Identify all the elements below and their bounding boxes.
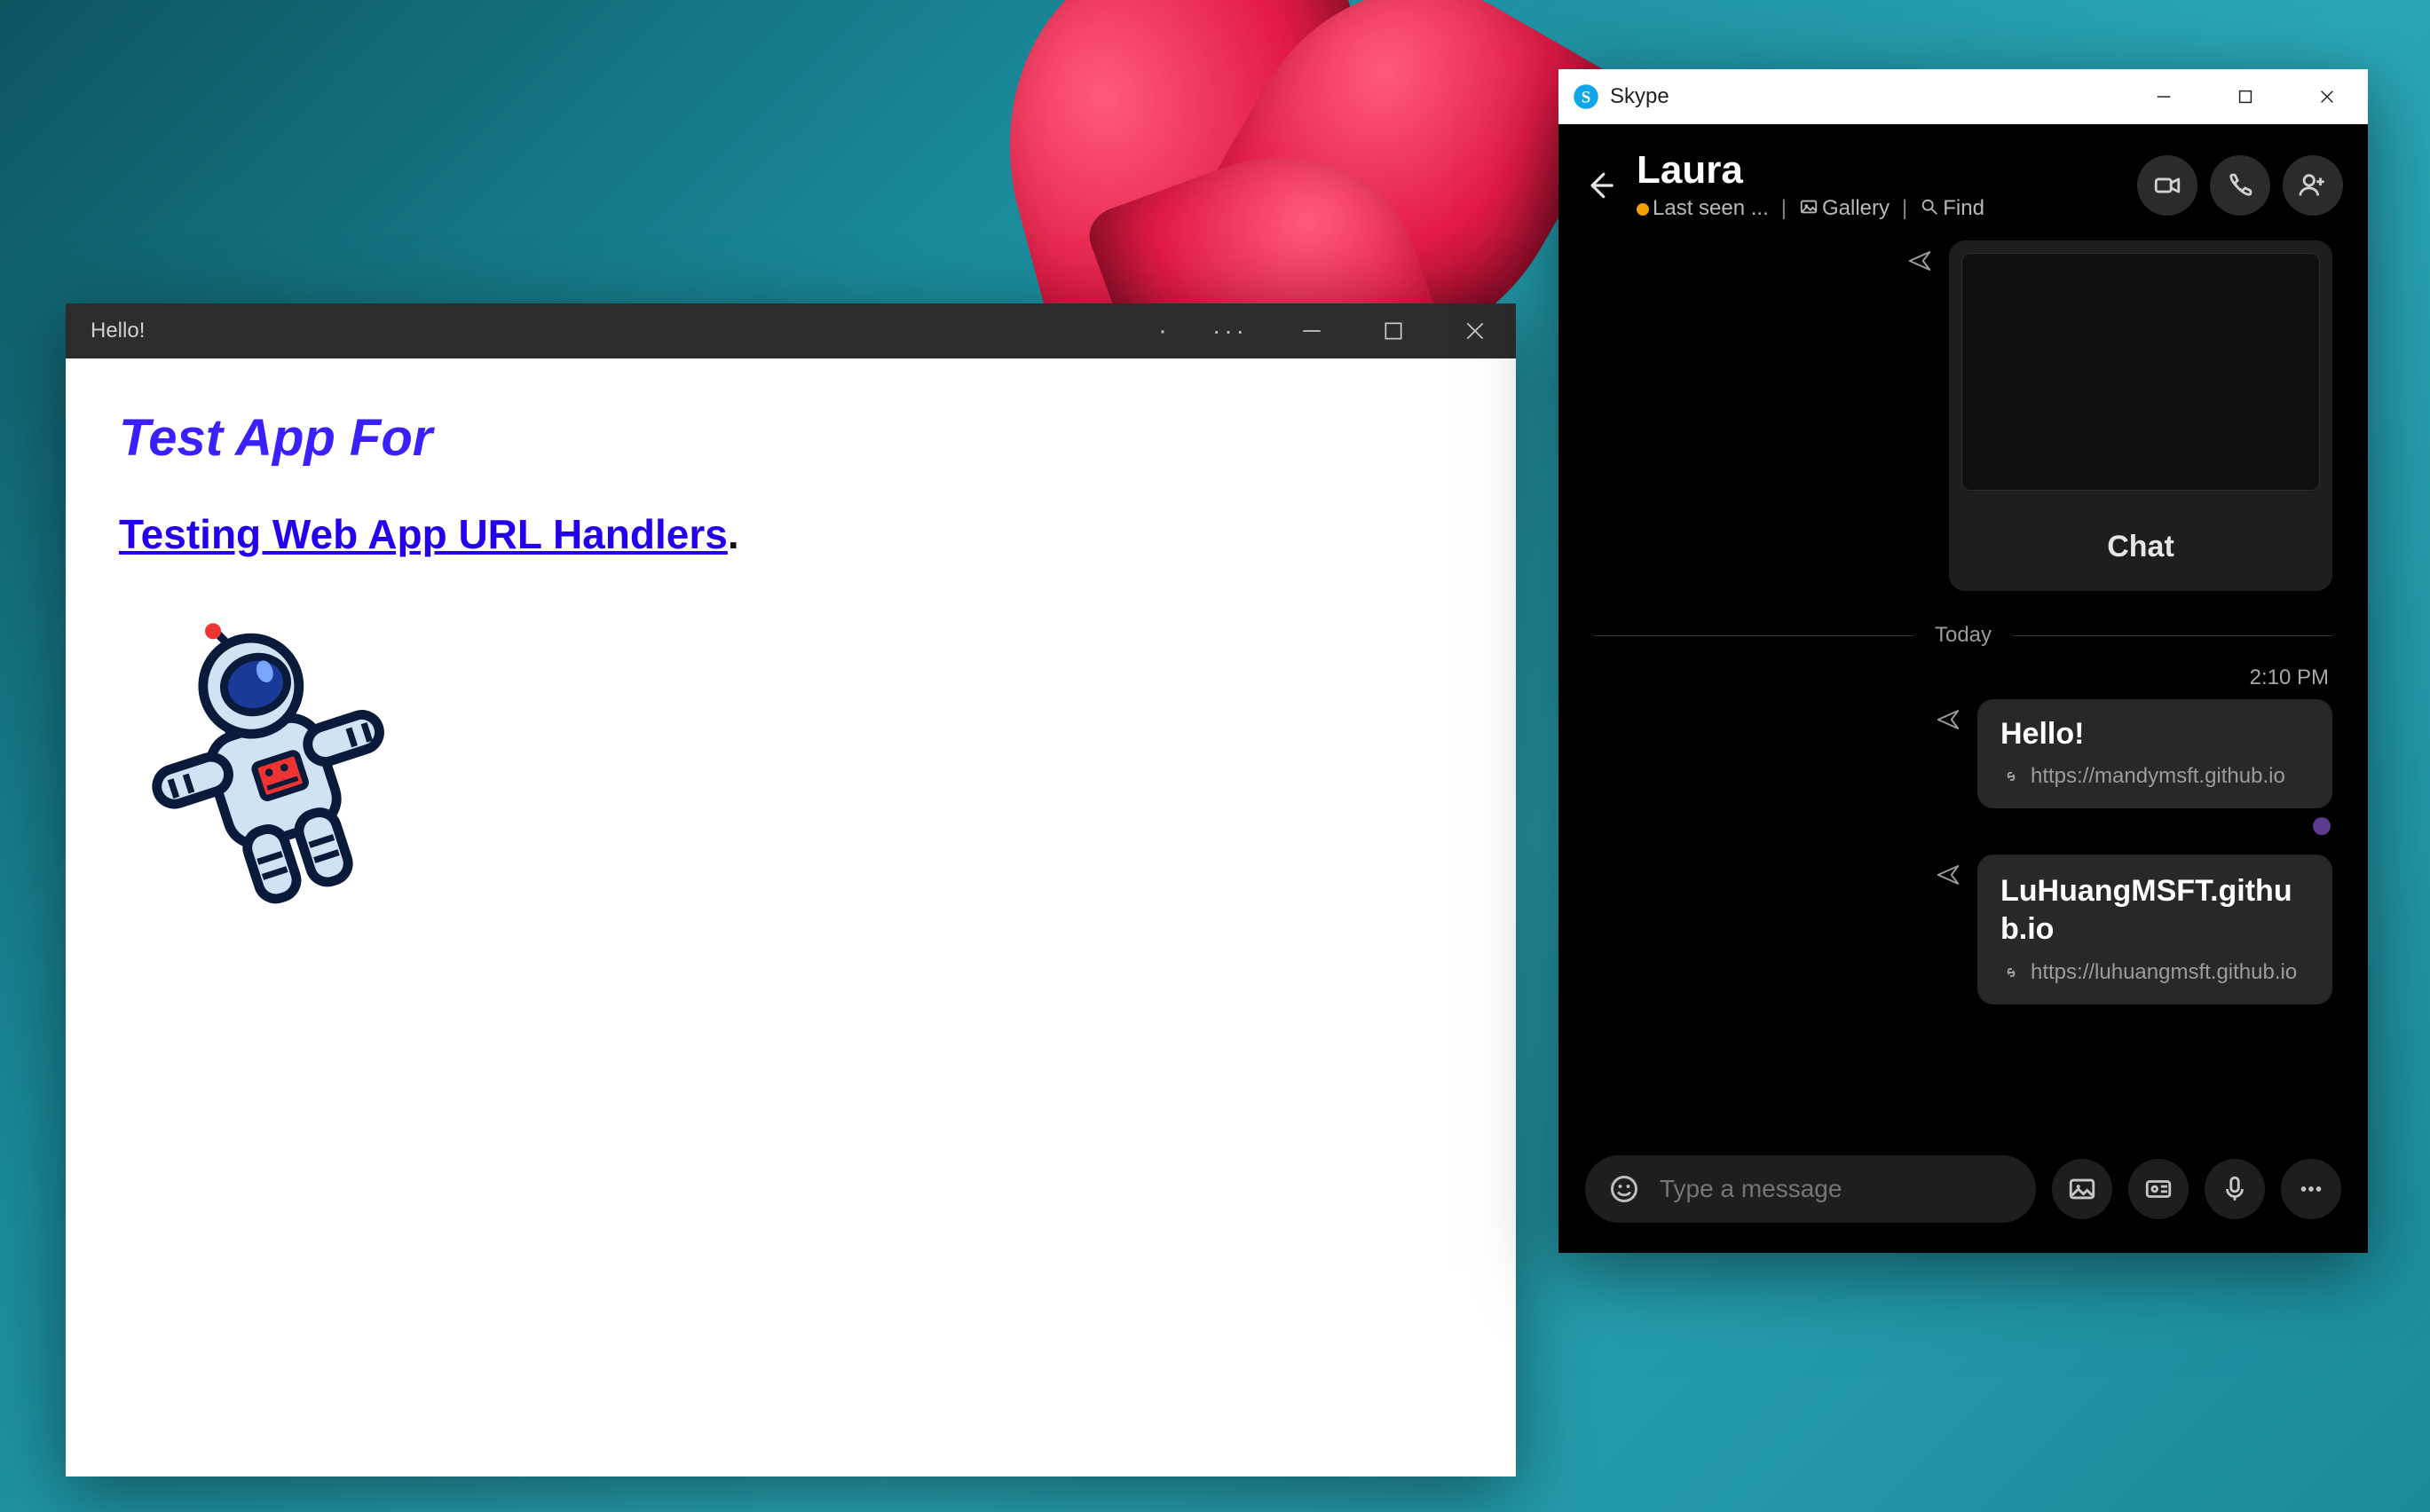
hello-titlebar: Hello! · ··· [66, 303, 1516, 358]
voice-message-button[interactable] [2205, 1159, 2265, 1219]
back-button[interactable] [1580, 166, 1619, 205]
message-bubble[interactable]: Hello! https://mandymsft.github.io [1977, 699, 2332, 808]
skype-minimize-button[interactable] [2123, 69, 2205, 124]
hello-period: . [728, 511, 739, 557]
hello-url-handlers-link[interactable]: Testing Web App URL Handlers [119, 511, 728, 557]
skype-maximize-button[interactable] [2205, 69, 2286, 124]
phone-icon [2225, 170, 2255, 201]
message-title: Hello! [2000, 717, 2309, 752]
minimize-icon [2154, 87, 2174, 106]
audio-call-button[interactable] [2210, 155, 2270, 216]
skype-logo-icon: S [1573, 83, 1599, 110]
sent-indicator-icon [1935, 706, 1961, 808]
hello-window-title: Hello! [91, 319, 145, 343]
gallery-link[interactable]: Gallery [1799, 195, 1890, 221]
astronaut-image [119, 611, 1463, 935]
person-add-icon [2298, 170, 2328, 201]
hello-close-button[interactable] [1434, 303, 1516, 358]
message-composer [1558, 1134, 2368, 1253]
day-label: Today [1935, 623, 1992, 648]
close-icon [2317, 87, 2337, 106]
skype-titlebar: S Skype [1558, 69, 2368, 124]
gallery-icon [1799, 197, 1819, 217]
last-seen-text: Last seen ... [1653, 196, 1769, 220]
maximize-icon [1382, 319, 1405, 343]
skype-window: S Skype Laura Last seen ... | [1558, 69, 2368, 1253]
message-title: LuHuangMSFT.github.io [2000, 872, 2309, 948]
hello-subheading: Testing Web App URL Handlers. [119, 510, 1463, 558]
hello-app-window: Hello! · ··· Test App For Testing Web Ap… [66, 303, 1516, 1477]
hello-heading: Test App For [119, 408, 1463, 468]
smiley-icon [1608, 1173, 1640, 1205]
add-person-button[interactable] [2283, 155, 2343, 216]
video-icon [2152, 170, 2182, 201]
more-options-button[interactable] [2281, 1159, 2341, 1219]
link-preview-card[interactable]: Chat [1949, 240, 2332, 591]
message-bubble[interactable]: LuHuangMSFT.github.io https://luhuangmsf… [1977, 854, 2332, 1004]
contact-subtitle: Last seen ... | Gallery | Find [1637, 195, 2119, 221]
video-call-button[interactable] [2137, 155, 2197, 216]
maximize-icon [2236, 87, 2255, 106]
emoji-button[interactable] [1608, 1173, 1640, 1205]
contact-card-icon [2143, 1174, 2174, 1204]
more-horizontal-icon [2296, 1174, 2326, 1204]
day-divider: Today [1594, 623, 2332, 648]
composer-input-area[interactable] [1585, 1155, 2036, 1223]
sent-indicator-icon [1935, 862, 1961, 1004]
skype-conversation-header: Laura Last seen ... | Gallery | Find [1558, 124, 2368, 240]
attach-image-button[interactable] [2052, 1159, 2112, 1219]
skype-app-title: Skype [1610, 84, 1669, 109]
hello-content: Test App For Testing Web App URL Handler… [66, 358, 1516, 985]
microphone-icon [2220, 1174, 2250, 1204]
hello-maximize-button[interactable] [1353, 303, 1434, 358]
link-card-chat-button[interactable]: Chat [1949, 503, 2332, 591]
message-timestamp: 2:10 PM [1594, 665, 2332, 690]
close-icon [1464, 319, 1487, 343]
link-icon [2000, 766, 2022, 787]
search-icon [1920, 197, 1939, 217]
find-link[interactable]: Find [1920, 195, 1984, 221]
skype-close-button[interactable] [2286, 69, 2368, 124]
previous-link-card-row: Chat [1594, 240, 2332, 591]
link-preview-thumbnail [1961, 253, 2320, 491]
message-url[interactable]: https://mandymsft.github.io [2031, 764, 2285, 789]
message-url[interactable]: https://luhuangmsft.github.io [2031, 960, 2297, 985]
message-row-2: LuHuangMSFT.github.io https://luhuangmsf… [1594, 854, 2332, 1004]
message-row-1: Hello! https://mandymsft.github.io [1594, 699, 2332, 808]
read-receipt-avatar [2311, 815, 2332, 837]
hello-titlebar-dot: · [1136, 316, 1189, 346]
minimize-icon [1300, 319, 1323, 343]
chat-area[interactable]: Chat Today 2:10 PM Hello! [1558, 240, 2368, 1134]
contact-card-button[interactable] [2128, 1159, 2189, 1219]
contact-name: Laura [1637, 149, 2119, 192]
sent-indicator-icon [1906, 248, 1933, 591]
svg-text:S: S [1582, 88, 1590, 106]
arrow-left-icon [1582, 169, 1616, 202]
link-icon [2000, 962, 2022, 983]
presence-away-icon [1637, 203, 1649, 216]
hello-minimize-button[interactable] [1271, 303, 1353, 358]
hello-more-button[interactable]: ··· [1189, 317, 1271, 345]
image-icon [2067, 1174, 2097, 1204]
message-input[interactable] [1660, 1175, 2013, 1203]
skype-body: Laura Last seen ... | Gallery | Find [1558, 124, 2368, 1253]
